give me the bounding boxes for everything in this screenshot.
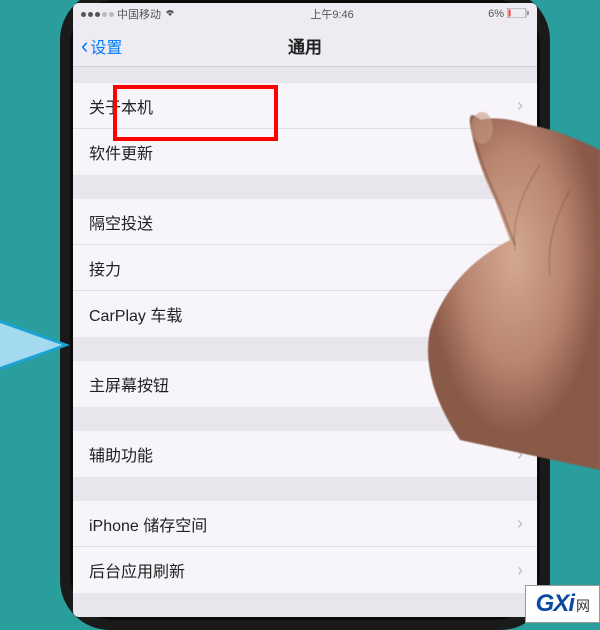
chevron-right-icon: › bbox=[517, 304, 523, 325]
back-button[interactable]: ‹ 设置 bbox=[81, 34, 122, 58]
section-about: 关于本机 › 软件更新 › bbox=[73, 83, 537, 175]
section-storage: iPhone 储存空间 › 后台应用刷新 › bbox=[73, 501, 537, 593]
cell-label: 关于本机 bbox=[89, 94, 153, 118]
screen: 中国移动 上午9:46 6% ‹ 设置 通用 bbox=[73, 3, 537, 617]
carrier-label: 中国移动 bbox=[117, 6, 161, 22]
cell-label: 接力 bbox=[89, 256, 121, 280]
chevron-right-icon: › bbox=[517, 257, 523, 278]
page-title: 通用 bbox=[288, 33, 322, 58]
cell-label: 辅助功能 bbox=[89, 442, 153, 466]
cell-airdrop[interactable]: 隔空投送 › bbox=[73, 199, 537, 245]
status-bar: 中国移动 上午9:46 6% bbox=[73, 3, 537, 25]
settings-list: 关于本机 › 软件更新 › 隔空投送 › 接力 › bbox=[73, 83, 537, 593]
phone-inner: 中国移动 上午9:46 6% ‹ 设置 通用 bbox=[70, 0, 540, 620]
decorative-triangle bbox=[0, 320, 70, 370]
watermark-brand: GXi bbox=[536, 590, 574, 617]
battery-icon bbox=[507, 8, 529, 21]
chevron-right-icon: › bbox=[517, 513, 523, 534]
chevron-right-icon: › bbox=[517, 444, 523, 465]
cell-about[interactable]: 关于本机 › bbox=[73, 83, 537, 129]
cell-home-button[interactable]: 主屏幕按钮 › bbox=[73, 361, 537, 407]
watermark: GXi网 bbox=[525, 585, 600, 623]
clock: 上午9:46 bbox=[310, 6, 353, 22]
chevron-right-icon: › bbox=[517, 560, 523, 581]
cell-accessibility[interactable]: 辅助功能 › bbox=[73, 431, 537, 477]
cell-carplay[interactable]: CarPlay 车载 › bbox=[73, 291, 537, 337]
cell-label: 隔空投送 bbox=[89, 210, 153, 234]
wifi-icon bbox=[164, 8, 176, 20]
section-accessibility: 辅助功能 › bbox=[73, 431, 537, 477]
cell-handoff[interactable]: 接力 › bbox=[73, 245, 537, 291]
section-home-button: 主屏幕按钮 › bbox=[73, 361, 537, 407]
cell-label: 主屏幕按钮 bbox=[89, 372, 169, 396]
watermark-suffix: 网 bbox=[576, 598, 589, 614]
cell-background-refresh[interactable]: 后台应用刷新 › bbox=[73, 547, 537, 593]
chevron-right-icon: › bbox=[517, 142, 523, 163]
cell-software-update[interactable]: 软件更新 › bbox=[73, 129, 537, 175]
cell-label: CarPlay 车载 bbox=[89, 302, 182, 326]
battery-percent: 6% bbox=[488, 8, 504, 20]
cell-label: iPhone 储存空间 bbox=[89, 512, 207, 536]
cell-label: 软件更新 bbox=[89, 140, 153, 164]
chevron-right-icon: › bbox=[517, 374, 523, 395]
back-label: 设置 bbox=[90, 34, 122, 58]
section-airdrop: 隔空投送 › 接力 › CarPlay 车载 › bbox=[73, 199, 537, 337]
signal-icon bbox=[81, 12, 114, 17]
nav-bar: ‹ 设置 通用 bbox=[73, 25, 537, 67]
chevron-right-icon: › bbox=[517, 211, 523, 232]
chevron-right-icon: › bbox=[517, 95, 523, 116]
cell-label: 后台应用刷新 bbox=[89, 558, 185, 582]
chevron-left-icon: ‹ bbox=[81, 35, 88, 57]
cell-storage[interactable]: iPhone 储存空间 › bbox=[73, 501, 537, 547]
phone-frame: 中国移动 上午9:46 6% ‹ 设置 通用 bbox=[60, 0, 550, 630]
